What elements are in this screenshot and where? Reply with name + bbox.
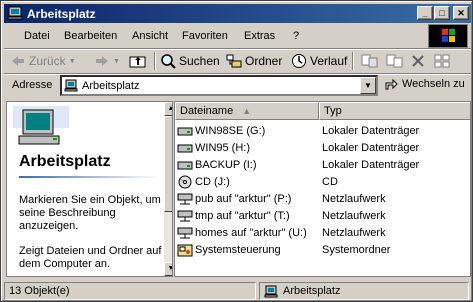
folders-button[interactable]: Ordner	[226, 51, 282, 71]
up-folder-icon	[129, 56, 146, 68]
delete-icon	[412, 55, 424, 67]
copy-to-icon	[386, 54, 403, 68]
file-row[interactable]: Systemsteuerung Systemordner	[175, 242, 470, 259]
status-location: Arbeitsplatz	[259, 282, 469, 300]
minimize-button[interactable]: _	[417, 6, 433, 20]
views-icon	[434, 54, 450, 68]
back-dropdown-icon: ▼	[68, 57, 76, 65]
file-row[interactable]: WIN98SE (G:) Lokaler Datenträger	[175, 123, 470, 140]
drive-icon	[177, 127, 193, 136]
copy-to-button[interactable]	[386, 51, 404, 71]
network-drive-icon	[177, 193, 193, 205]
network-drive-icon	[177, 210, 193, 222]
menu-bar: Datei Bearbeiten Ansicht Favoriten Extra…	[4, 25, 471, 49]
computer-icon	[64, 79, 78, 92]
windows-logo-icon	[428, 24, 468, 48]
scroll-thumb[interactable]	[164, 116, 172, 212]
address-dropdown-button[interactable]: ▼	[360, 77, 376, 94]
move-to-icon	[361, 54, 378, 68]
computer-icon	[7, 6, 23, 20]
go-button[interactable]: Wechseln zu	[384, 77, 465, 91]
scroll-up-button[interactable]: ▲	[164, 102, 172, 116]
folders-icon	[226, 54, 242, 68]
window-title: Arbeitsplatz	[27, 7, 96, 21]
menu-help[interactable]: ?	[293, 30, 299, 42]
sort-ascending-icon: ▲	[242, 106, 252, 116]
left-scrollbar[interactable]: ▲ ▼	[164, 102, 172, 276]
forward-button[interactable]: ▼	[94, 51, 120, 71]
cd-icon	[178, 175, 192, 189]
toolbar-separator	[154, 52, 156, 70]
file-row[interactable]: tmp auf "arktur" (T:) Netzlaufwerk	[175, 208, 470, 225]
file-row[interactable]: WIN95 (H:) Lokaler Datenträger	[175, 140, 470, 157]
history-button[interactable]: Verlauf	[291, 51, 347, 71]
column-header-type[interactable]: Typ	[319, 102, 470, 120]
computer-large-icon	[13, 106, 69, 145]
title-bar[interactable]: Arbeitsplatz _ □ ✕	[4, 4, 471, 23]
views-button[interactable]	[434, 51, 452, 71]
explorer-window: Arbeitsplatz _ □ ✕ Datei Bearbeiten Ansi…	[0, 0, 473, 302]
go-arrow-icon	[385, 78, 398, 90]
address-value: Arbeitsplatz	[82, 80, 140, 92]
search-button[interactable]: Suchen	[160, 51, 220, 71]
menu-favoriten[interactable]: Favoriten	[182, 30, 228, 42]
menu-extras[interactable]: Extras	[244, 30, 275, 42]
menu-bearbeiten[interactable]: Bearbeiten	[64, 30, 117, 42]
pane-description-2: Zeigt Dateien und Ordner auf dem Compute…	[19, 245, 162, 270]
file-list: Dateiname ▲ Typ WIN98SE (G:) Lokaler Dat…	[174, 101, 471, 277]
network-drive-icon	[177, 227, 193, 239]
address-combo[interactable]: Arbeitsplatz ▼	[60, 75, 378, 96]
close-button[interactable]: ✕	[453, 6, 469, 20]
left-info-pane: Arbeitsplatz Markieren Sie ein Objekt, u…	[6, 101, 173, 277]
file-row[interactable]: pub auf "arktur" (P:) Netzlaufwerk	[175, 191, 470, 208]
status-bar: 13 Objekt(e) Arbeitsplatz	[4, 281, 471, 301]
address-bar: Adresse Arbeitsplatz ▼ Wechseln zu	[4, 74, 471, 98]
pane-title-underline	[19, 176, 159, 178]
history-icon	[292, 54, 306, 68]
forward-dropdown-icon: ▼	[113, 57, 120, 65]
back-arrow-icon	[12, 56, 24, 66]
search-icon	[161, 54, 176, 69]
address-label: Adresse	[12, 79, 53, 91]
delete-button[interactable]	[410, 51, 426, 71]
pane-title: Arbeitsplatz	[19, 153, 111, 170]
status-count: 13 Objekt(e)	[4, 282, 256, 300]
up-folder-button[interactable]	[129, 51, 147, 71]
file-row[interactable]: BACKUP (I:) Lokaler Datenträger	[175, 157, 470, 174]
file-row[interactable]: homes auf "arktur" (U:) Netzlaufwerk	[175, 225, 470, 242]
scroll-down-button[interactable]: ▼	[164, 262, 172, 276]
control-panel-icon	[177, 244, 193, 257]
drive-icon	[177, 144, 193, 153]
computer-icon	[264, 285, 278, 297]
forward-arrow-icon	[96, 56, 108, 66]
move-to-button[interactable]	[361, 51, 379, 71]
menu-ansicht[interactable]: Ansicht	[132, 30, 168, 42]
maximize-button[interactable]: □	[434, 6, 450, 20]
toolbar: Zurück ▼ ▼ Suchen Ordner Verlauf	[4, 49, 471, 73]
file-row[interactable]: CD (J:) CD	[175, 174, 470, 191]
toolbar-separator	[352, 52, 354, 70]
pane-description: Markieren Sie ein Objekt, um seine Besch…	[19, 194, 161, 232]
drive-icon	[177, 161, 193, 170]
menu-datei[interactable]: Datei	[24, 30, 50, 42]
back-button[interactable]: Zurück ▼	[10, 51, 76, 71]
column-header-name[interactable]: Dateiname ▲	[175, 102, 319, 120]
